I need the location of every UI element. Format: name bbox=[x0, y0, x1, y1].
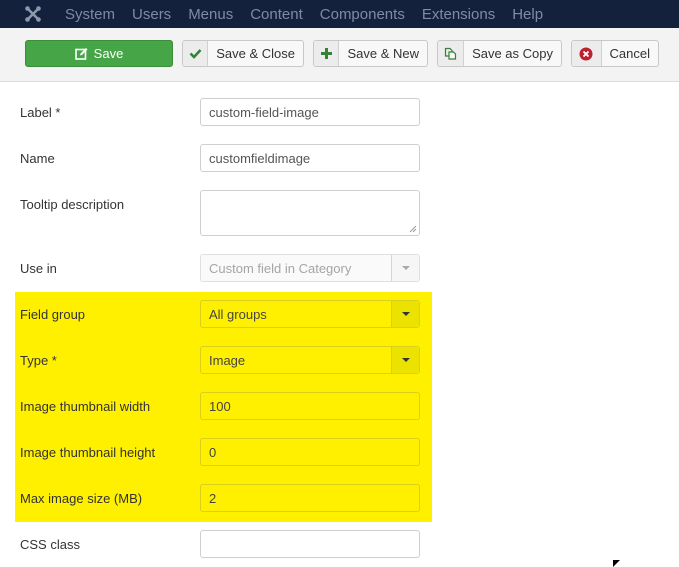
plus-icon bbox=[314, 41, 340, 66]
name-input[interactable]: customfieldimage bbox=[200, 144, 420, 172]
css-class-input[interactable] bbox=[200, 530, 420, 558]
form-row-label: Label * custom-field-image bbox=[0, 98, 679, 128]
field-group-select[interactable]: All groups bbox=[200, 300, 420, 328]
menu-system[interactable]: System bbox=[65, 6, 115, 23]
form-row-type: Type * Image bbox=[0, 346, 679, 376]
form-row-thumb-width: Image thumbnail width 100 bbox=[0, 392, 679, 422]
cancel-label: Cancel bbox=[609, 46, 650, 61]
thumb-height-input[interactable]: 0 bbox=[200, 438, 420, 466]
form-row-thumb-height: Image thumbnail height 0 bbox=[0, 438, 679, 468]
field-group-label: Field group bbox=[20, 307, 86, 322]
thumb-width-input[interactable]: 100 bbox=[200, 392, 420, 420]
use-in-select[interactable]: Custom field in Category bbox=[200, 254, 420, 282]
chevron-down-icon bbox=[401, 312, 410, 316]
save-copy-button[interactable]: Save as Copy bbox=[437, 40, 562, 67]
menu-menus[interactable]: Menus bbox=[188, 6, 233, 23]
top-navbar: System Users Menus Content Components Ex… bbox=[0, 0, 679, 28]
type-dropdown-toggle[interactable] bbox=[391, 347, 419, 373]
menu-users[interactable]: Users bbox=[132, 6, 171, 23]
max-size-label: Max image size (MB) bbox=[20, 491, 143, 506]
css-class-label: CSS class bbox=[20, 537, 80, 552]
menu-components[interactable]: Components bbox=[320, 6, 405, 23]
save-copy-label: Save as Copy bbox=[472, 46, 553, 61]
form-row-max-size: Max image size (MB) 2 bbox=[0, 484, 679, 514]
tooltip-field-label: Tooltip description bbox=[20, 197, 125, 212]
use-in-dropdown-toggle[interactable] bbox=[391, 255, 419, 281]
menu-extensions[interactable]: Extensions bbox=[422, 6, 495, 23]
save-close-label: Save & Close bbox=[216, 46, 295, 61]
type-label: Type * bbox=[20, 353, 57, 368]
edit-icon bbox=[74, 47, 88, 60]
thumb-height-label: Image thumbnail height bbox=[20, 445, 156, 460]
toolbar: Save Save & Close Save & New Save as Cop… bbox=[0, 28, 679, 82]
name-field-label: Name bbox=[20, 151, 55, 166]
use-in-field-label: Use in bbox=[20, 261, 57, 276]
joomla-icon[interactable] bbox=[24, 5, 42, 23]
form-row-name: Name customfieldimage bbox=[0, 144, 679, 174]
form-row-tooltip: Tooltip description bbox=[0, 190, 679, 236]
main-menu: System Users Menus Content Components Ex… bbox=[65, 0, 560, 28]
form-row-field-group: Field group All groups bbox=[0, 300, 679, 330]
menu-content[interactable]: Content bbox=[250, 6, 303, 23]
max-size-input[interactable]: 2 bbox=[200, 484, 420, 512]
thumb-width-label: Image thumbnail width bbox=[20, 399, 151, 414]
type-value: Image bbox=[209, 352, 246, 368]
field-group-dropdown-toggle[interactable] bbox=[391, 301, 419, 327]
chevron-down-icon bbox=[401, 266, 410, 270]
mouse-pointer-icon bbox=[613, 560, 620, 567]
cancel-button[interactable]: Cancel bbox=[571, 40, 659, 67]
form-row-css-class: CSS class bbox=[0, 530, 679, 560]
save-label: Save bbox=[93, 46, 124, 61]
cancel-circle-icon bbox=[572, 41, 602, 66]
type-select[interactable]: Image bbox=[200, 346, 420, 374]
save-close-button[interactable]: Save & Close bbox=[182, 40, 304, 67]
use-in-value: Custom field in Category bbox=[209, 260, 352, 276]
checkmark-icon bbox=[183, 41, 209, 66]
form-row-use-in: Use in Custom field in Category bbox=[0, 254, 679, 284]
label-input[interactable]: custom-field-image bbox=[200, 98, 420, 126]
field-group-value: All groups bbox=[209, 306, 267, 322]
save-new-button[interactable]: Save & New bbox=[313, 40, 428, 67]
save-button[interactable]: Save bbox=[25, 40, 173, 67]
chevron-down-icon bbox=[401, 358, 410, 362]
tooltip-textarea[interactable] bbox=[200, 190, 420, 236]
label-field-label: Label * bbox=[20, 105, 61, 120]
copy-icon bbox=[438, 41, 465, 66]
resize-handle-icon[interactable] bbox=[409, 225, 417, 233]
save-new-label: Save & New bbox=[347, 46, 419, 61]
menu-help[interactable]: Help bbox=[512, 6, 543, 23]
